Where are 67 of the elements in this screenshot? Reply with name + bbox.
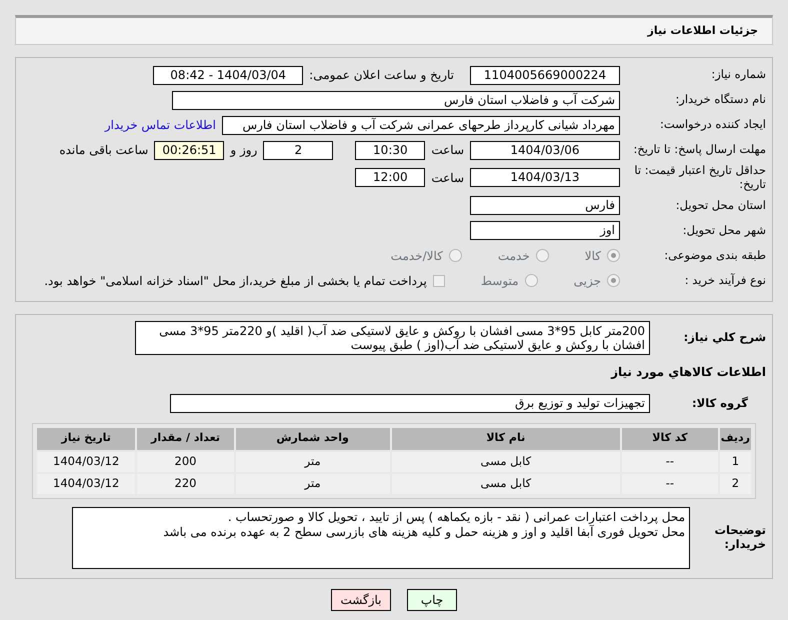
field-label: توضیحات خریدار: [714, 524, 766, 552]
field-label: شرح کلي نياز: [682, 330, 766, 344]
table-cell: متر [236, 452, 390, 472]
table-cell: 1404/03/12 [37, 452, 136, 472]
field-value: 1404/03/13 [470, 168, 620, 188]
radio-button[interactable] [524, 274, 538, 288]
table-cell: 1 [720, 452, 751, 472]
field-value: اوز [470, 221, 620, 240]
field-label: تاریخ و ساعت اعلان عمومی: [309, 67, 454, 84]
field-label: مهلت ارسال پاسخ: تا تاریخ: [632, 143, 766, 157]
column-header: نام کالا [392, 428, 620, 450]
table-cell: -- [622, 452, 718, 472]
field-value: 12:00 [355, 168, 426, 188]
table-cell: 2 [720, 474, 751, 494]
field-label: ساعت [431, 170, 464, 187]
field-label: نوع فرآیند خرید : [684, 274, 766, 288]
table-cell: کابل مسی [392, 452, 620, 472]
description-field: 200متر کابل 95*3 مسی افشان با روکش و عایق لاستیکی ضد آب( اقلید )و 220متر 95*3 مسی افشان با روکش و عایق لاستیکی ضد آب(اوز ) طبق پیوست [135, 320, 650, 355]
field-label: استان محل تحویل: [674, 198, 766, 212]
field-label: ساعت باقی مانده [59, 142, 148, 159]
column-header: تاریخ نیاز [37, 428, 136, 450]
field-value: مهرداد شیانی کارپرداز طرحهای عمرانی شرکت آب و فاضلاب استان فارس [222, 116, 620, 134]
table-cell: 1404/03/12 [37, 474, 136, 494]
field-label: نام دستگاه خریدار: [674, 93, 766, 107]
field-value: 1404/03/06 [470, 140, 620, 160]
option-label: متوسط [480, 272, 519, 290]
field-label: شهر محل تحویل: [682, 224, 766, 238]
table-cell: -- [622, 474, 718, 494]
field-value: 1104005669000224 [470, 66, 620, 84]
countdown-field: 00:26:51 [154, 140, 224, 160]
checkbox[interactable] [432, 274, 445, 287]
field-value: 10:30 [355, 140, 426, 160]
table-cell: کابل مسی [392, 474, 620, 494]
column-header: واحد شمارش [236, 428, 390, 450]
field-value: 1404/03/04 - 08:42 [153, 66, 304, 84]
notes-field: محل پرداخت اعتبارات عمرانی ( نقد - بازه یکماهه ) پس از تایید ، تحویل کالا و صورتحساب . محل تحویل فوری آبفا اقلید و اوز و هزینه حمل و کلیه هزینه های بازرسی سطح 2 به عهده برنده می باشد [72, 506, 690, 569]
field-label: حداقل تاریخ اعتبار قیمت: تا تاریخ: [633, 164, 766, 192]
contact-link[interactable]: اطلاعات تماس خریدار [104, 116, 216, 134]
field-label: ایجاد کننده درخواست: [659, 118, 766, 132]
option-label: کالا [584, 248, 601, 265]
radio-button[interactable] [448, 249, 462, 262]
section-title: اطلاعات کالاهاي مورد نياز [610, 364, 766, 381]
field-value: شرکت آب و فاضلاب استان فارس [172, 90, 620, 110]
field-label: شماره نیاز: [710, 68, 766, 82]
column-header: کد کالا [622, 428, 718, 450]
page-title: جزئیات اطلاعات نیاز [648, 22, 758, 39]
radio-button[interactable] [607, 274, 620, 288]
field-label: طبقه بندی موضوعی: [663, 248, 766, 262]
option-label: جزیی [574, 272, 601, 290]
checkbox-label: پرداخت تمام یا بخشی از مبلغ خرید،از محل "اسناد خزانه اسلامی" خواهد بود. [44, 272, 427, 290]
field-label: روز و [230, 142, 258, 159]
column-header: تعداد / مقدار [137, 428, 234, 450]
table-cell: متر [236, 474, 390, 494]
table-cell: 220 [137, 474, 234, 494]
field-value: 2 [263, 140, 334, 160]
column-header: ردیف [720, 428, 751, 450]
field-label: ساعت [431, 142, 464, 159]
field-label: گروه کالا: [691, 396, 749, 410]
option-label: خدمت [498, 248, 530, 265]
option-label: کالا/خدمت [390, 248, 443, 265]
field-value: فارس [470, 196, 620, 216]
back-button[interactable]: بازگشت [331, 588, 391, 611]
table-cell: 200 [137, 452, 234, 472]
print-button[interactable]: چاپ [407, 588, 457, 611]
goods-group-field: تجهیزات تولید و توزیع برق [170, 394, 650, 414]
radio-button[interactable] [607, 249, 620, 262]
radio-button[interactable] [536, 249, 549, 262]
